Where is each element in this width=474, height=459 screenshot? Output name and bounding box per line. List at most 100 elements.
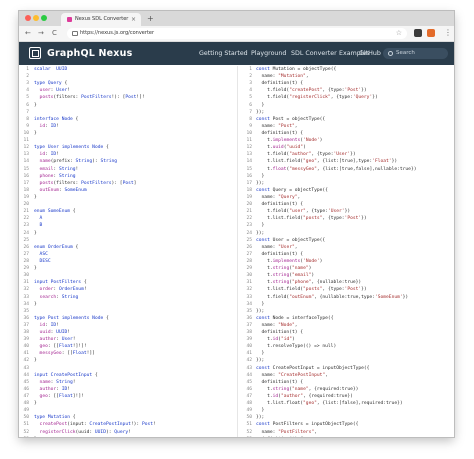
sdl-editor[interactable]: 1 scalar UUID 2 3 type Query {4 user: User! 5… [19, 66, 238, 437]
code-line[interactable]: 48 t.list.float("geo", {list:[false],req… [238, 400, 454, 407]
code-line[interactable]: 21 enum SomeEnum { [19, 208, 237, 215]
code-line[interactable]: 1 const Mutation = objectType({ [238, 66, 454, 73]
code-line[interactable]: 7}); [238, 109, 454, 116]
code-line[interactable]: 18 const Query = objectType({ [238, 187, 454, 194]
minimize-window-icon[interactable] [33, 15, 39, 21]
code-line[interactable]: 52 name: "PostFilters", [238, 429, 454, 436]
code-line[interactable]: 50}); [238, 414, 454, 421]
close-window-icon[interactable] [25, 15, 31, 21]
code-line[interactable]: 19} [19, 194, 237, 201]
code-line[interactable]: 35 [19, 308, 237, 315]
code-line[interactable]: 30 t.string("email") [238, 272, 454, 279]
code-line[interactable]: 23 } [238, 222, 454, 229]
code-line[interactable]: 40 geo: [[Float!]!]! [19, 343, 237, 350]
code-line[interactable]: 9 id: ID! [19, 123, 237, 130]
code-line[interactable]: 20 definition(t) { [238, 201, 454, 208]
code-line[interactable]: 33 search: String [19, 294, 237, 301]
code-line[interactable]: 48} [19, 400, 237, 407]
code-line[interactable]: 17}); [238, 180, 454, 187]
extension-icon[interactable] [427, 29, 435, 37]
code-line[interactable]: 12 type User implements Node { [19, 144, 237, 151]
code-line[interactable]: 17 posts(filters: PostFilters): [Post] [19, 180, 237, 187]
code-line[interactable]: 31 input PostFilters { [19, 279, 237, 286]
code-line[interactable]: 24}); [238, 230, 454, 237]
code-line[interactable]: 11 [19, 137, 237, 144]
code-line[interactable]: 26 name: "User", [238, 244, 454, 251]
code-line[interactable]: 22 A [19, 215, 237, 222]
code-line[interactable]: 14 t.list.field("geo", {list:[true],type… [238, 158, 454, 165]
code-line[interactable]: 16 } [238, 173, 454, 180]
code-line[interactable]: 37 name: "Node", [238, 322, 454, 329]
code-line[interactable]: 3 type Query { [19, 80, 237, 87]
code-line[interactable]: 38 definition(t) { [238, 329, 454, 336]
code-line[interactable]: 7 [19, 109, 237, 116]
reload-icon[interactable]: C [52, 28, 57, 39]
code-line[interactable]: 10 definition(t) { [238, 130, 454, 137]
code-line[interactable]: 6 } [238, 102, 454, 109]
code-line[interactable]: 8 const Post = objectType({ [238, 116, 454, 123]
code-line[interactable]: 45 name: String! [19, 379, 237, 386]
code-line[interactable]: 49 [19, 407, 237, 414]
code-line[interactable]: 22 t.list.field("posts", {type:'Post'}) [238, 215, 454, 222]
code-line[interactable]: 29} [19, 265, 237, 272]
code-line[interactable]: 47 t.id("author", {required:true}) [238, 393, 454, 400]
code-line[interactable]: 36 type Post implements Node { [19, 315, 237, 322]
code-line[interactable]: 39 author: User! [19, 336, 237, 343]
nexus-output-editor[interactable]: 1 const Mutation = objectType({2 name: "M… [238, 66, 454, 437]
code-line[interactable]: 44 input CreatePostInput { [19, 372, 237, 379]
code-line[interactable]: 12 t.uuid("uuid") [238, 144, 454, 151]
code-line[interactable]: 5 t.field("registerClick", {type:'Query'… [238, 94, 454, 101]
code-line[interactable]: 50 type Mutation { [19, 414, 237, 421]
code-line[interactable]: 24} [19, 230, 237, 237]
nav-github[interactable]: GitHub [359, 42, 381, 65]
code-line[interactable]: 5 posts(filters: PostFilters!): [Post!]! [19, 94, 237, 101]
code-line[interactable]: 10} [19, 130, 237, 137]
code-line[interactable]: 6} [19, 102, 237, 109]
address-bar[interactable]: https://nexus.js.org/converter ☆ [67, 28, 407, 39]
code-line[interactable]: 40 t.resolveType(() => null) [238, 343, 454, 350]
code-line[interactable]: 8 interface Node { [19, 116, 237, 123]
code-line[interactable]: 46 author: ID! [19, 386, 237, 393]
code-line[interactable]: 11 t.implements('Node') [238, 137, 454, 144]
code-line[interactable]: 4 user: User! [19, 87, 237, 94]
code-line[interactable]: 34 } [238, 301, 454, 308]
forward-icon[interactable]: → [38, 28, 44, 39]
code-line[interactable]: 33 t.field("outEnum", {nullable:true,typ… [238, 294, 454, 301]
extension-icon[interactable] [414, 29, 422, 37]
code-line[interactable]: 43 [19, 365, 237, 372]
maximize-window-icon[interactable] [41, 15, 47, 21]
code-line[interactable]: 45 definition(t) { [238, 379, 454, 386]
code-line[interactable]: 25 const User = objectType({ [238, 237, 454, 244]
bookmark-star-icon[interactable]: ☆ [396, 28, 402, 39]
new-tab-button[interactable]: + [147, 12, 154, 25]
code-line[interactable]: 35}); [238, 308, 454, 315]
code-line[interactable]: 37 id: ID! [19, 322, 237, 329]
code-line[interactable]: 53 definition(t) { [238, 436, 454, 438]
back-icon[interactable]: ← [25, 28, 31, 39]
browser-menu-icon[interactable]: ⋮ [444, 27, 452, 39]
code-line[interactable]: 21 t.field("user", {type:'User'}) [238, 208, 454, 215]
code-line[interactable]: 42} [19, 357, 237, 364]
code-line[interactable]: 25 [19, 237, 237, 244]
code-line[interactable]: 9 name: "Post", [238, 123, 454, 130]
site-logo[interactable]: GraphQL Nexus [47, 42, 132, 65]
code-line[interactable]: 39 t.id("id") [238, 336, 454, 343]
code-line[interactable]: 4 t.field("createPost", {type:'Post'}) [238, 87, 454, 94]
nav-playground[interactable]: Playground [251, 42, 286, 65]
code-line[interactable]: 41 } [238, 350, 454, 357]
code-line[interactable]: 16 phone: String [19, 173, 237, 180]
code-line[interactable]: 32 t.list.field("posts", {type:'Post'}) [238, 286, 454, 293]
code-line[interactable]: 30 [19, 272, 237, 279]
code-line[interactable]: 36 const Node = interfaceType({ [238, 315, 454, 322]
code-line[interactable]: 1 scalar UUID [19, 66, 237, 73]
code-line[interactable]: 27 ASC [19, 251, 237, 258]
code-line[interactable]: 23 B [19, 222, 237, 229]
code-line[interactable]: 15 email: String! [19, 166, 237, 173]
code-line[interactable]: 19 name: "Query", [238, 194, 454, 201]
code-line[interactable]: 44 name: "CreatePostInput", [238, 372, 454, 379]
code-line[interactable]: 3 definition(t) { [238, 80, 454, 87]
code-line[interactable]: 49 } [238, 407, 454, 414]
nav-sdl-converter[interactable]: SDL Converter [291, 42, 337, 65]
tab-close-icon[interactable]: × [131, 13, 136, 26]
code-line[interactable]: 15 t.float("messyGeo", {list:[true,false… [238, 166, 454, 173]
